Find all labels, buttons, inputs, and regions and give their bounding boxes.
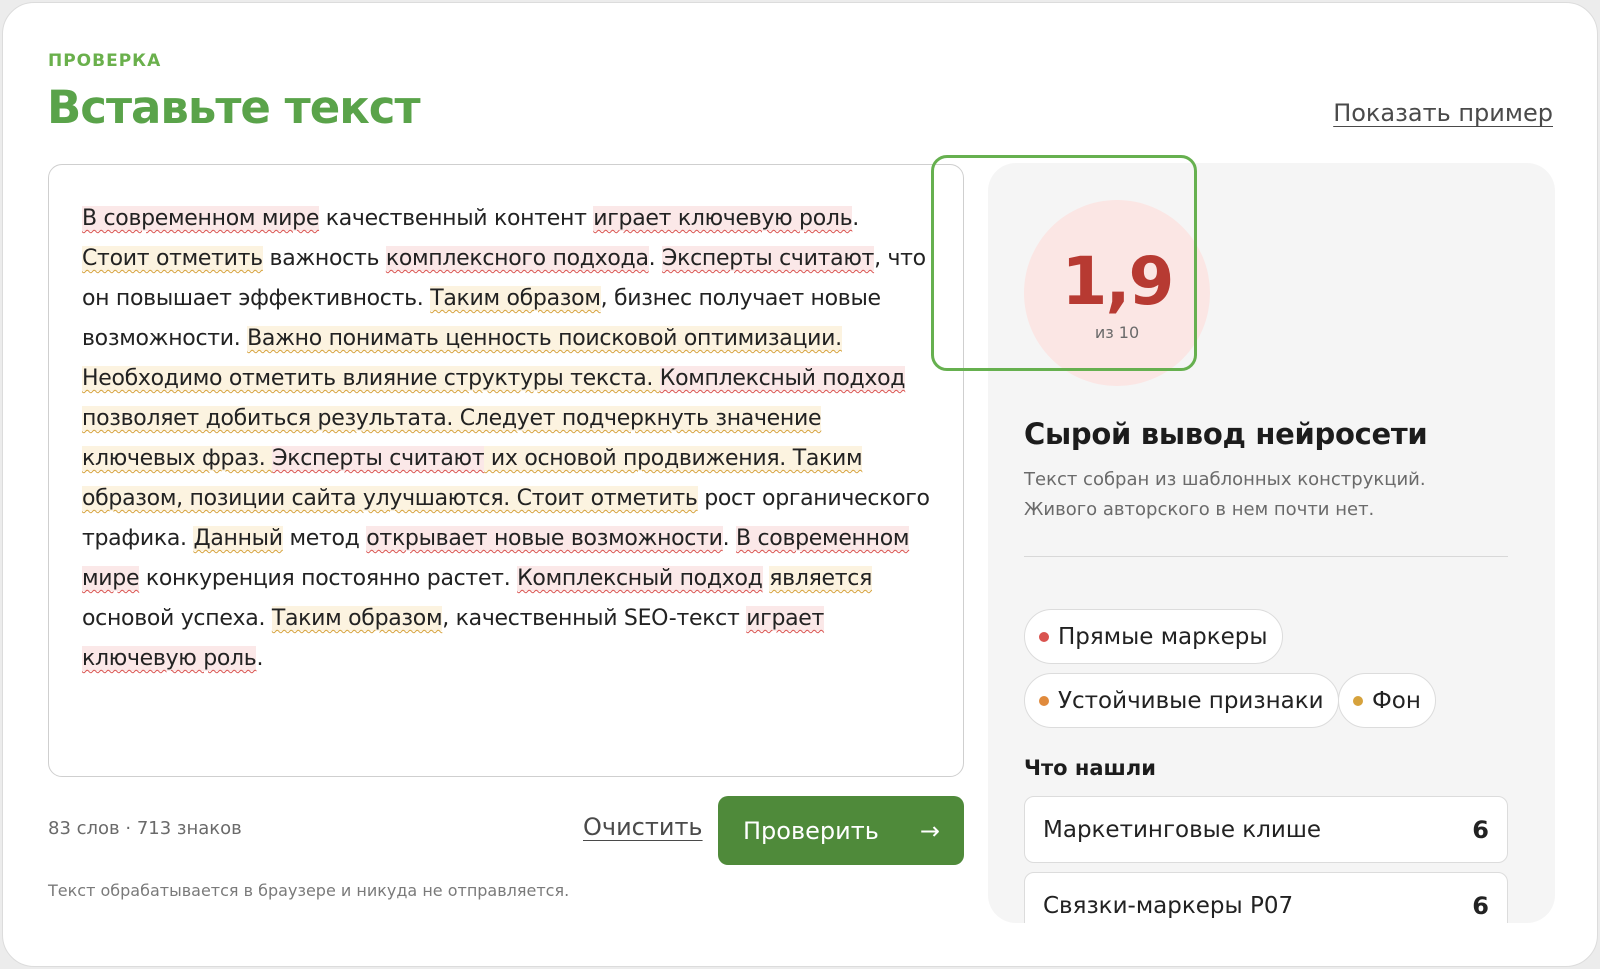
clear-button[interactable]: Очистить	[583, 813, 703, 841]
highlight-stable-sign: Данный	[193, 526, 283, 551]
highlight-direct-marker: комплексного подхода	[385, 246, 649, 271]
chip-stable-signs[interactable]: Устойчивые признаки	[1024, 673, 1339, 728]
chip-label: Прямые маркеры	[1058, 623, 1268, 650]
chip-background[interactable]: Фон	[1338, 673, 1436, 728]
text-segment: важность	[262, 246, 386, 271]
text-segment: метод	[282, 526, 367, 551]
highlight-direct-marker: Эксперты считают	[272, 446, 485, 471]
dot-icon	[1039, 695, 1049, 706]
privacy-note: Текст обрабатывается в браузере и никуда…	[48, 881, 570, 900]
section-eyebrow: ПРОВЕРКА	[48, 51, 162, 71]
highlight-stable-sign: Стоит отметить	[82, 246, 263, 271]
score-max: из 10	[1094, 322, 1140, 342]
finding-row[interactable]: Маркетинговые клише 6	[1024, 796, 1508, 863]
word-counter: 83 слов · 713 знаков	[48, 818, 242, 839]
chip-direct-markers[interactable]: Прямые маркеры	[1024, 609, 1283, 664]
text-segment: основой успеха.	[82, 606, 272, 631]
findings-title: Что нашли	[1024, 756, 1156, 780]
highlight-stable-sign: Таким образом	[430, 286, 601, 311]
text-segment: .	[256, 646, 264, 671]
dot-icon	[1353, 695, 1363, 706]
text-segment: , качественный SEO-текст	[442, 606, 747, 631]
text-segment: .	[648, 246, 663, 271]
arrow-right-icon: →	[919, 816, 940, 845]
score-value: 1,9	[1061, 242, 1175, 320]
finding-row[interactable]: Связки-маркеры P07 6	[1024, 872, 1508, 923]
dot-icon	[1039, 631, 1049, 642]
finding-label: Маркетинговые клише	[1043, 816, 1322, 843]
highlight-direct-marker: Комплексный подход	[517, 566, 763, 591]
show-example-link[interactable]: Показать пример	[1333, 99, 1553, 127]
editor-text[interactable]: В современном мире качественный контент …	[82, 199, 932, 679]
highlight-direct-marker: Эксперты считают	[662, 246, 875, 271]
page-title: Вставьте текст	[47, 81, 421, 134]
text-segment: .	[852, 206, 859, 231]
text-segment: конкуренция постоянно растет.	[139, 566, 518, 591]
divider	[1024, 556, 1508, 557]
chip-label: Фон	[1372, 687, 1421, 714]
highlight-stable-sign: Стоит отметить	[516, 486, 698, 511]
highlight-direct-marker: играет ключевую роль	[593, 206, 853, 231]
finding-label: Связки-маркеры P07	[1043, 892, 1294, 919]
text-segment: качественный контент	[319, 206, 594, 231]
finding-count: 6	[1472, 815, 1489, 844]
highlight-direct-marker: открывает новые возможности	[366, 526, 723, 551]
result-panel: 1,9 из 10 Сырой вывод нейросети Текст со…	[988, 163, 1555, 923]
highlight-direct-marker: В современном мире	[82, 206, 320, 231]
highlight-direct-marker: Комплексный подход	[659, 366, 906, 391]
finding-count: 6	[1472, 891, 1489, 920]
verdict-description: Текст собран из шаблонных конструкций. Ж…	[1024, 469, 1426, 520]
highlight-stable-sign: Таким образом	[271, 606, 443, 631]
verdict-title: Сырой вывод нейросети	[1024, 417, 1428, 451]
chip-label: Устойчивые признаки	[1058, 687, 1324, 714]
check-button-label: Проверить	[743, 816, 879, 845]
check-button[interactable]: Проверить →	[718, 796, 964, 865]
text-editor[interactable]: В современном мире качественный контент …	[48, 164, 964, 777]
text-segment: .	[722, 526, 737, 551]
highlight-stable-sign: является	[769, 566, 873, 591]
score-badge: 1,9 из 10	[1024, 200, 1210, 386]
